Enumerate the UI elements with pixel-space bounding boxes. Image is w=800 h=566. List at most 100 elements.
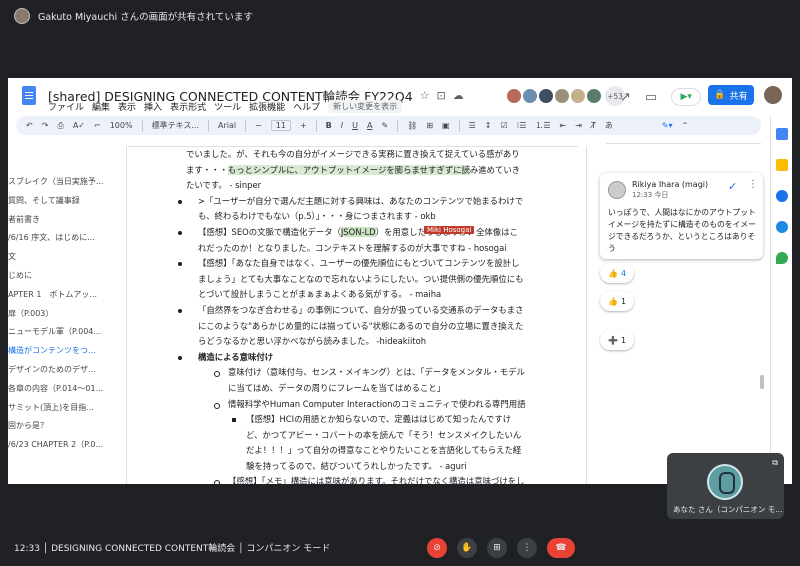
underline-button[interactable]: U (352, 121, 358, 130)
list-item: >「ユーザーが自分で選んだ主題に対する興味は、あなたのコンテンツで始まるわけでも… (178, 194, 526, 225)
text-color-button[interactable]: A (367, 121, 372, 130)
outline-item[interactable]: /6/16 序文、はじめに... (8, 229, 116, 248)
add-comment-icon[interactable]: ⊞ (426, 121, 433, 130)
outline-item[interactable]: デザインのためのデザ... (8, 361, 116, 380)
redo-icon[interactable]: ↷ (42, 121, 49, 130)
outline-item[interactable]: じめに (8, 267, 116, 286)
paint-format-icon[interactable]: ⌐ (94, 121, 101, 130)
spellcheck-icon[interactable]: A✓ (73, 121, 85, 130)
activity-icon[interactable]: ↗ (620, 90, 631, 105)
more-options-icon[interactable]: ⋮ (517, 538, 537, 558)
cloud-status-icon[interactable]: ☁ (453, 89, 464, 102)
move-folder-icon[interactable]: ⊡ (437, 89, 446, 102)
print-icon[interactable]: ⎙ (57, 121, 63, 131)
outline-item[interactable]: /6/23 CHAPTER 2（P.0... (8, 436, 116, 455)
lock-icon: 🔒 (714, 90, 726, 100)
menu-format[interactable]: 表示形式 (170, 100, 206, 113)
pin-icon[interactable]: ⧉ (772, 458, 778, 468)
outline-item[interactable]: サミット(頂上)を目指... (8, 399, 116, 418)
keep-icon[interactable] (775, 159, 788, 171)
camera-off-icon[interactable]: ⊘ (427, 538, 447, 558)
more-options-icon[interactable]: ⋮ (748, 179, 758, 190)
comment-card[interactable]: Rikiya Ihara (magi) 12:33 今日 ✓ ⋮ いっぽうで、人… (600, 173, 763, 259)
highlighted-text: JSON-LD (340, 226, 376, 237)
outline-item[interactable]: 各章の内容（P.014〜01... (8, 380, 116, 399)
menu-tools[interactable]: ツール (214, 100, 241, 113)
indent-decrease-icon[interactable]: ⇤ (560, 121, 567, 130)
leave-call-button[interactable]: ☎ (547, 538, 575, 558)
font-size-input[interactable]: 11 (270, 120, 291, 131)
document-body[interactable]: でいました。が、それも今の自分がイメージできる実務に置き換えて捉えている感があり… (178, 147, 526, 484)
raise-hand-icon[interactable]: ✋ (457, 538, 477, 558)
menu-insert[interactable]: 挿入 (144, 100, 162, 113)
calendar-icon[interactable] (775, 128, 788, 140)
ruler[interactable] (128, 137, 578, 147)
last-edit-link[interactable]: 新しい変更を表示 (328, 100, 403, 113)
input-tools-button[interactable]: あ (605, 120, 613, 131)
menu-edit[interactable]: 編集 (92, 100, 110, 113)
shared-screen: [shared] DESIGNING CONNECTED CONTENT輪読会 … (8, 78, 792, 484)
line-spacing-icon[interactable]: ↕ (485, 121, 492, 130)
menu-extensions[interactable]: 拡張機能 (249, 100, 285, 113)
editing-mode-icon[interactable]: ✎▾ (662, 121, 673, 130)
self-view-tile[interactable]: ⧉ あなた さん（コンパニオン モ... (667, 453, 784, 519)
outline-item[interactable]: スブレイク（当日実施予... (8, 173, 116, 192)
outline-item[interactable]: ニューモデル軍（P.004... (8, 323, 116, 342)
insert-image-icon[interactable]: ▣ (442, 121, 450, 130)
outline-item[interactable]: APTER 1 ボトムアッ... (8, 286, 116, 305)
collaborator-cursor-label: Miki Hosogai (424, 226, 475, 234)
emoji-reaction[interactable]: ➕ 1 (600, 330, 634, 350)
star-icon[interactable]: ☆ (420, 89, 430, 102)
outline-item[interactable]: 固から是？ (8, 417, 116, 436)
add-reaction-icon: ➕ (607, 335, 618, 345)
outline-item[interactable]: 質問、そして議事録 (8, 192, 116, 211)
share-button[interactable]: 🔒 共有 (708, 85, 754, 105)
collaborator-avatars[interactable]: +53 (505, 86, 625, 106)
toolbar-divider (397, 119, 399, 132)
scrollbar-thumb[interactable] (760, 375, 764, 389)
font-size-decrease-icon[interactable]: − (255, 121, 262, 130)
font-size-increase-icon[interactable]: + (300, 121, 307, 130)
sub-list-item: 情報科学やHuman Computer Interactionのコミュニティで使… (186, 397, 526, 413)
checklist-icon[interactable]: ☑ (500, 121, 507, 130)
present-screen-icon[interactable]: ⊞ (487, 538, 507, 558)
align-icon[interactable]: ☰ (469, 121, 476, 130)
outline-item[interactable]: 者前書き (8, 211, 116, 230)
comment-time: 12:33 今日 (632, 191, 669, 199)
comment-history-icon[interactable]: ▭ (645, 90, 657, 105)
docs-logo-icon[interactable] (22, 85, 36, 105)
link-icon[interactable]: ⛓ (407, 121, 417, 130)
self-view-label: あなた さん（コンパニオン モ... (673, 505, 783, 514)
emoji-reaction[interactable]: 👍 1 (600, 291, 634, 311)
font-select[interactable]: Arial (218, 121, 236, 130)
numbered-list-icon[interactable]: ⒈☰ (535, 120, 550, 131)
emoji-reaction[interactable]: 👍 4 (600, 263, 634, 283)
meet-icon[interactable]: ▶▾ (671, 88, 702, 106)
italic-button[interactable]: I (341, 121, 343, 130)
contacts-icon[interactable] (775, 221, 788, 233)
indent-increase-icon[interactable]: ⇥ (575, 121, 582, 130)
bold-button[interactable]: B (326, 121, 332, 130)
style-select[interactable]: 標準テキス... (152, 120, 199, 131)
bulleted-list-icon[interactable]: ⁝☰ (517, 121, 527, 130)
maps-icon[interactable] (775, 252, 788, 264)
presentation-banner-text: Gakuto Miyauchi さんの画面が共有されています (38, 12, 253, 23)
outline-item-active[interactable]: 構造がコンテンツをつ... (8, 342, 116, 361)
undo-icon[interactable]: ↶ (26, 121, 33, 130)
highlight-icon[interactable]: ✎ (381, 121, 388, 130)
account-avatar[interactable] (764, 86, 782, 104)
menu-help[interactable]: ヘルプ (293, 100, 320, 113)
outline-item[interactable]: 扉（P.003） (8, 305, 116, 324)
meeting-info: 12:33 │ DESIGNING CONNECTED CONTENT輪読会 │… (14, 544, 331, 554)
avatar[interactable] (585, 87, 603, 105)
menu-view[interactable]: 表示 (118, 100, 136, 113)
call-controls: ⊘ ✋ ⊞ ⋮ ☎ (427, 538, 575, 558)
menu-file[interactable]: ファイル (48, 100, 84, 113)
zoom-select[interactable]: 100% (110, 121, 133, 130)
resolve-check-icon[interactable]: ✓ (728, 180, 737, 193)
outline-item[interactable]: 文 (8, 248, 116, 267)
sub-list-item: 意味付け（意味付与、センス・メイキング）とは、「データをメンタル・モデルに当ては… (186, 365, 526, 396)
tasks-icon[interactable] (775, 190, 788, 202)
clear-format-icon[interactable]: T̸ (591, 121, 596, 130)
collapse-toolbar-icon[interactable]: ⌃ (682, 121, 689, 130)
